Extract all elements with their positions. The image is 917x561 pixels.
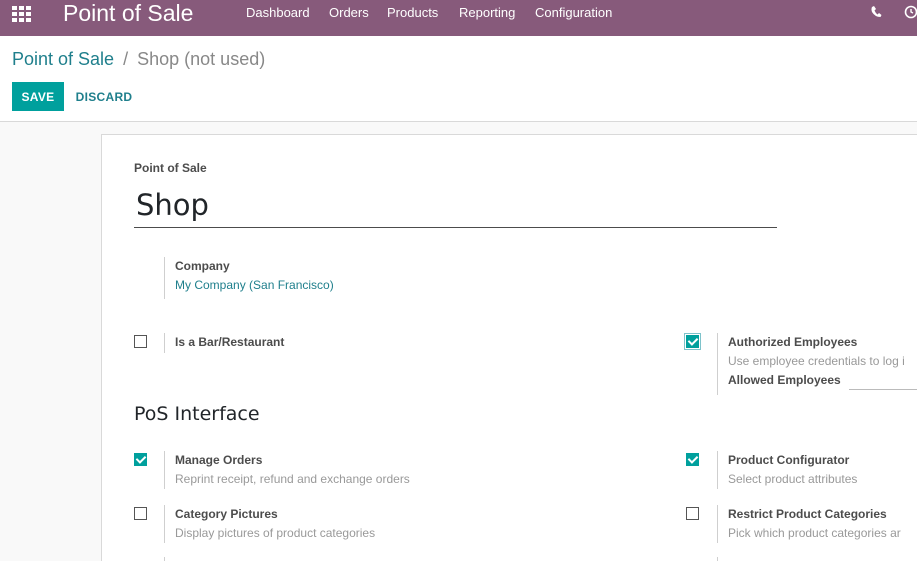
breadcrumb-parent-link[interactable]: Point of Sale [12, 49, 114, 69]
authorized-employees-divider [717, 333, 718, 395]
apps-grid-icon[interactable] [12, 6, 32, 22]
app-title: Point of Sale [63, 0, 194, 26]
bar-restaurant-label: Is a Bar/Restaurant [175, 335, 285, 349]
allowed-employees-input[interactable] [849, 378, 917, 390]
company-link[interactable]: My Company (San Francisco) [175, 278, 334, 292]
category-pictures-label: Category Pictures [175, 507, 278, 521]
product-configurator-label: Product Configurator [728, 453, 850, 467]
category-pictures-divider [164, 505, 165, 543]
bar-restaurant-divider [164, 333, 165, 353]
allowed-employees-label: Allowed Employees [728, 373, 841, 387]
restrict-categories-checkbox[interactable] [686, 507, 699, 520]
company-label: Company [175, 259, 230, 273]
bar-restaurant-checkbox[interactable] [134, 335, 147, 348]
clock-icon[interactable] [904, 4, 917, 20]
next-row-divider-left [164, 557, 165, 561]
restrict-categories-label: Restrict Product Categories [728, 507, 887, 521]
menu-orders[interactable]: Orders [329, 5, 369, 21]
authorized-employees-description: Use employee credentials to log i [728, 354, 905, 368]
category-pictures-description: Display pictures of product categories [175, 526, 376, 540]
menu-configuration[interactable]: Configuration [535, 5, 612, 21]
manage-orders-label: Manage Orders [175, 453, 263, 467]
company-divider [164, 257, 165, 299]
discard-button[interactable]: DISCARD [69, 82, 139, 111]
manage-orders-divider [164, 451, 165, 489]
product-configurator-description: Select product attributes [728, 472, 858, 486]
top-navbar: Point of Sale Dashboard Orders Products … [0, 0, 917, 36]
breadcrumb-current: Shop (not used) [137, 49, 266, 69]
next-row-divider-right [717, 557, 718, 561]
product-configurator-divider [717, 451, 718, 489]
menu-dashboard[interactable]: Dashboard [246, 5, 310, 21]
menu-reporting[interactable]: Reporting [459, 5, 515, 21]
breadcrumb-separator: / [123, 49, 129, 69]
restrict-categories-divider [717, 505, 718, 543]
name-field-label: Point of Sale [134, 161, 207, 175]
authorized-employees-checkbox[interactable] [686, 335, 699, 348]
manage-orders-description: Reprint receipt, refund and exchange ord… [175, 472, 410, 486]
manage-orders-checkbox[interactable] [134, 453, 147, 466]
product-configurator-checkbox[interactable] [686, 453, 699, 466]
restrict-categories-description: Pick which product categories ar [728, 526, 901, 540]
phone-icon[interactable] [869, 4, 883, 20]
pos-interface-heading: PoS Interface [134, 403, 260, 425]
authorized-employees-label: Authorized Employees [728, 335, 858, 349]
pos-name-input[interactable] [134, 182, 777, 228]
category-pictures-checkbox[interactable] [134, 507, 147, 520]
save-button[interactable]: SAVE [12, 82, 64, 111]
breadcrumb: Point of Sale / Shop (not used) [12, 49, 265, 69]
menu-products[interactable]: Products [387, 5, 438, 21]
